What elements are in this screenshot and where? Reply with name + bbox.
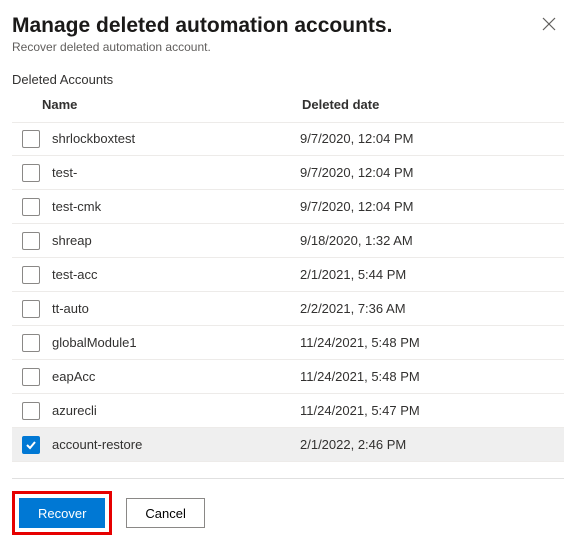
cell-date: 9/18/2020, 1:32 AM xyxy=(300,233,564,248)
cell-date: 9/7/2020, 12:04 PM xyxy=(300,131,564,146)
table-row[interactable]: test-9/7/2020, 12:04 PM xyxy=(12,156,564,190)
cell-name: test- xyxy=(52,165,300,180)
close-icon[interactable] xyxy=(534,10,564,40)
page-subtitle: Recover deleted automation account. xyxy=(12,40,392,54)
cell-date: 2/1/2021, 5:44 PM xyxy=(300,267,564,282)
cell-name: tt-auto xyxy=(52,301,300,316)
recover-button[interactable]: Recover xyxy=(19,498,105,528)
page-title: Manage deleted automation accounts. xyxy=(12,14,392,38)
table-row[interactable]: eapAcc11/24/2021, 5:48 PM xyxy=(12,360,564,394)
table-row[interactable]: test-cmk9/7/2020, 12:04 PM xyxy=(12,190,564,224)
cell-name: shreap xyxy=(52,233,300,248)
cell-name: test-acc xyxy=(52,267,300,282)
row-checkbox[interactable] xyxy=(22,300,40,318)
row-checkbox[interactable] xyxy=(22,368,40,386)
column-header-name[interactable]: Name xyxy=(42,97,302,112)
row-checkbox[interactable] xyxy=(22,402,40,420)
table-row[interactable]: azurecli11/24/2021, 5:47 PM xyxy=(12,394,564,428)
table-rows[interactable]: shrlockboxtest9/7/2020, 12:04 PMtest-9/7… xyxy=(12,122,564,462)
table-row[interactable]: account-restore2/1/2022, 2:46 PM xyxy=(12,428,564,462)
row-checkbox[interactable] xyxy=(22,436,40,454)
cell-date: 11/24/2021, 5:48 PM xyxy=(300,335,564,350)
cell-name: azurecli xyxy=(52,403,300,418)
cell-date: 9/7/2020, 12:04 PM xyxy=(300,199,564,214)
highlight-annotation: Recover xyxy=(12,491,112,535)
cell-name: eapAcc xyxy=(52,369,300,384)
cell-date: 2/2/2021, 7:36 AM xyxy=(300,301,564,316)
row-checkbox[interactable] xyxy=(22,130,40,148)
row-checkbox[interactable] xyxy=(22,334,40,352)
table-row[interactable]: test-acc2/1/2021, 5:44 PM xyxy=(12,258,564,292)
cell-date: 9/7/2020, 12:04 PM xyxy=(300,165,564,180)
row-checkbox[interactable] xyxy=(22,266,40,284)
cell-date: 11/24/2021, 5:47 PM xyxy=(300,403,564,418)
cell-name: globalModule1 xyxy=(52,335,300,350)
table-row[interactable]: shrlockboxtest9/7/2020, 12:04 PM xyxy=(12,122,564,156)
cell-date: 2/1/2022, 2:46 PM xyxy=(300,437,564,452)
cell-name: shrlockboxtest xyxy=(52,131,300,146)
row-checkbox[interactable] xyxy=(22,232,40,250)
cell-name: test-cmk xyxy=(52,199,300,214)
table-row[interactable]: globalModule111/24/2021, 5:48 PM xyxy=(12,326,564,360)
section-label: Deleted Accounts xyxy=(12,72,564,87)
table-row[interactable]: shreap9/18/2020, 1:32 AM xyxy=(12,224,564,258)
deleted-accounts-table: Name Deleted date shrlockboxtest9/7/2020… xyxy=(12,91,564,462)
table-row[interactable]: tt-auto2/2/2021, 7:36 AM xyxy=(12,292,564,326)
row-checkbox[interactable] xyxy=(22,198,40,216)
cancel-button[interactable]: Cancel xyxy=(126,498,204,528)
column-header-deleted-date[interactable]: Deleted date xyxy=(302,97,564,112)
row-checkbox[interactable] xyxy=(22,164,40,182)
cell-name: account-restore xyxy=(52,437,300,452)
cell-date: 11/24/2021, 5:48 PM xyxy=(300,369,564,384)
